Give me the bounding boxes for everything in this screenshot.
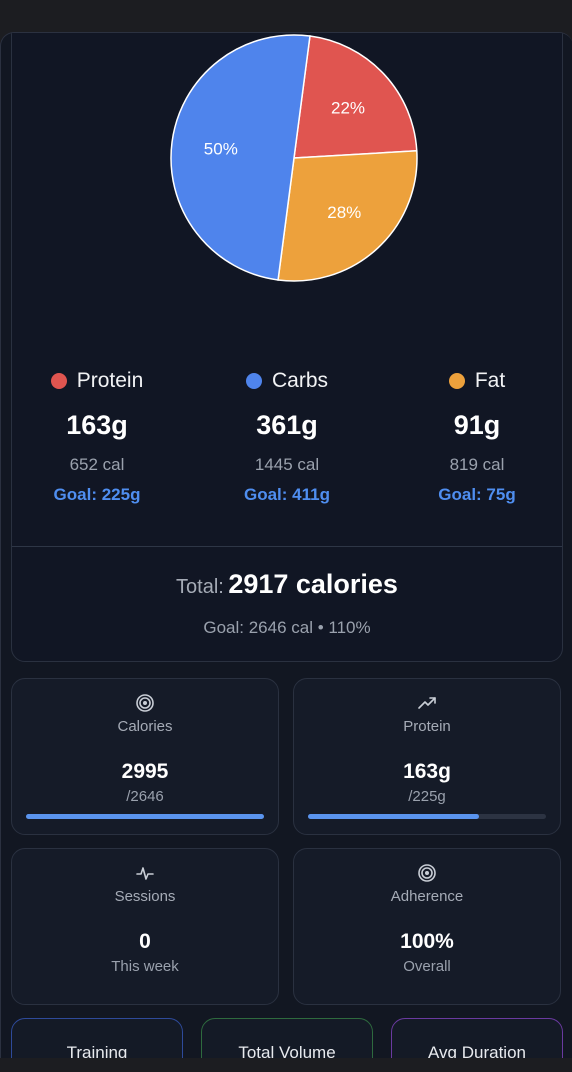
stat-card-adherence[interactable]: Adherence 100% Overall [293, 848, 561, 1005]
macro-summary-row: Protein 163g 652 cal Goal: 225g Carbs 36… [12, 368, 562, 518]
stat-value: 100% [400, 930, 454, 953]
macro-label: Fat [474, 369, 506, 392]
progress-fill [308, 814, 480, 819]
stat-value: 2995 [121, 760, 169, 783]
avg-duration-card[interactable]: Avg Duration [391, 1018, 563, 1059]
progress-fill [26, 814, 264, 819]
macro-fat: Fat 91g 819 cal Goal: 75g [382, 368, 572, 505]
macro-grams: 91g [453, 410, 501, 440]
macro-calories: 652 cal [69, 455, 125, 474]
activity-icon [12, 863, 278, 885]
macro-goal: Goal: 225g [53, 485, 141, 504]
macro-grams: 361g [256, 410, 318, 440]
stat-sub: Overall [403, 958, 451, 975]
bottom-bar [0, 1058, 572, 1072]
pie-slice-label: 50% [204, 139, 238, 158]
total-goal-text: Goal: 2646 cal • 110% [203, 618, 371, 637]
macro-name: Fat [382, 368, 572, 394]
macro-protein: Protein 163g 652 cal Goal: 225g [2, 368, 192, 505]
stat-sub: /2646 [126, 788, 164, 805]
total-label: Total: [176, 576, 224, 598]
mini-card-label: Avg Duration [428, 1043, 526, 1059]
macro-goal: Goal: 411g [244, 485, 330, 504]
app-frame: 22% 28% 50% Protein 163g 652 cal Goal: 225… [0, 32, 572, 1059]
macro-label: Protein [76, 369, 144, 392]
stat-card-sessions[interactable]: Sessions 0 This week [11, 848, 279, 1005]
target-icon [12, 693, 278, 715]
mini-card-label: Training [66, 1043, 128, 1059]
stat-value: 0 [139, 930, 151, 953]
total-value: 2917 calories [228, 569, 398, 599]
macro-calories: 1445 cal [254, 455, 320, 474]
stat-card-protein[interactable]: Protein 163g /225g [293, 678, 561, 835]
pie-slice [293, 35, 418, 159]
macro-label: Carbs [271, 369, 329, 392]
macro-pie-chart: 22% 28% 50% [162, 33, 426, 290]
stat-label: Sessions [114, 888, 176, 905]
macro-grams: 163g [66, 410, 128, 440]
carbs-dot-icon [245, 373, 262, 389]
pie-svg: 22% 28% 50% [170, 34, 418, 282]
macro-goal: Goal: 75g [438, 485, 516, 504]
macro-breakdown-card: 22% 28% 50% Protein 163g 652 cal Goal: 225… [11, 33, 563, 662]
protein-dot-icon [50, 373, 67, 389]
stat-card-calories[interactable]: Calories 2995 /2646 [11, 678, 279, 835]
macro-name: Protein [2, 368, 192, 394]
macro-calories: 819 cal [449, 455, 505, 474]
pie-slice-label: 28% [327, 203, 361, 222]
stat-label: Calories [117, 718, 173, 735]
stat-sub: /225g [408, 788, 446, 805]
fat-dot-icon [448, 373, 465, 389]
pie-slice-label: 22% [331, 99, 365, 118]
stat-label: Adherence [390, 888, 464, 905]
divider [12, 546, 562, 547]
macro-carbs: Carbs 361g 1445 cal Goal: 411g [192, 368, 382, 505]
trending-up-icon [294, 693, 560, 715]
stat-value: 163g [403, 760, 451, 783]
stat-label: Protein [403, 718, 451, 735]
total-calories: Total: 2917 calories [12, 569, 562, 600]
protein-progress-bar [308, 814, 546, 819]
mini-card-label: Total Volume [238, 1043, 336, 1059]
calories-progress-bar [26, 814, 264, 819]
total-volume-card[interactable]: Total Volume [201, 1018, 373, 1059]
stat-sub: This week [111, 958, 179, 975]
target-icon [294, 863, 560, 885]
macro-name: Carbs [192, 368, 382, 394]
training-card[interactable]: Training [11, 1018, 183, 1059]
